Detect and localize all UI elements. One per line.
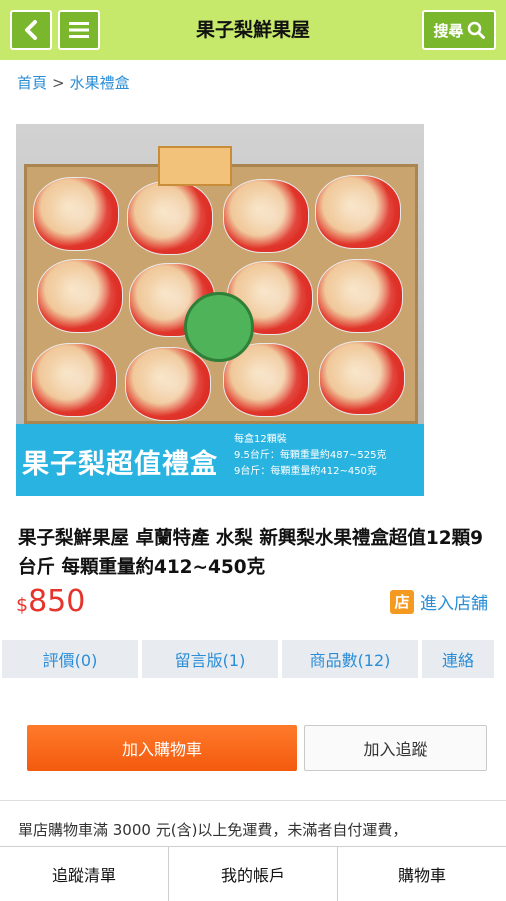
app-header: 果子梨鮮果屋 搜尋 [0,0,506,60]
pear [127,181,213,255]
search-icon [467,21,485,39]
pear [33,177,119,251]
enter-store-label: 進入店舖 [420,594,488,614]
tab-contact[interactable]: 連絡 [422,640,494,678]
breadcrumb: 首頁 > 水果禮盒 [17,72,130,93]
nav-tracking-list[interactable]: 追蹤清單 [0,847,168,901]
price-value: 850 [28,584,86,619]
store-icon: 店 [390,589,414,614]
banner-line: 每盒12顆裝 [234,434,287,445]
tab-product-count[interactable]: 商品數(12) [282,640,418,678]
gift-box-photo [16,124,424,424]
divider [0,800,506,801]
pear [319,341,405,415]
breadcrumb-separator: > [52,74,65,92]
page-title: 果子梨鮮果屋 [195,19,310,41]
pear [315,175,401,249]
add-to-cart-button[interactable]: 加入購物車 [27,725,297,771]
banner-info: 每盒12顆裝 9.5台斤：每顆重量約487~525克 9台斤：每顆重量約412~… [234,432,386,480]
add-to-tracking-button[interactable]: 加入追蹤 [304,725,487,771]
nav-cart[interactable]: 購物車 [338,847,506,901]
product-tabs: 評價(0) 留言版(1) 商品數(12) 連絡 [0,640,506,678]
tab-message-board[interactable]: 留言版(1) [142,640,278,678]
pear [31,343,117,417]
menu-button[interactable] [58,10,100,50]
enter-store-link[interactable]: 店 進入店舖 [390,589,488,614]
green-seal-sticker [184,292,254,362]
banner-title: 果子梨超值禮盒 [22,449,218,480]
back-button[interactable] [10,10,52,50]
bottom-nav: 追蹤清單 我的帳戶 購物車 [0,846,506,901]
banner-line: 9.5台斤：每顆重量約487~525克 [234,450,387,461]
tab-reviews[interactable]: 評價(0) [2,640,138,678]
nav-my-account[interactable]: 我的帳戶 [169,847,337,901]
search-button[interactable]: 搜尋 [422,10,496,50]
pear [37,259,123,333]
product-title: 果子梨鮮果屋 卓蘭特產 水梨 新興梨水果禮盒超值12顆9台斤 每顆重量約412~… [18,528,483,578]
breadcrumb-home-link[interactable]: 首頁 [17,74,47,92]
breadcrumb-category-link[interactable]: 水果禮盒 [70,74,130,92]
shipping-notice: 單店購物車滿 3000 元(含)以上免運費，未滿者自付運費， [18,821,408,839]
brand-logo-sticker [158,146,232,186]
pear [317,259,403,333]
price-currency: $ [16,594,29,616]
hamburger-menu-icon [69,22,89,38]
pear [223,179,309,253]
chevron-left-icon [25,20,37,40]
product-price: $850 [16,584,85,619]
pear [125,347,211,421]
banner-line: 9台斤：每顆重量約412~450克 [234,466,377,477]
product-banner: 果子梨超值禮盒 每盒12顆裝 9.5台斤：每顆重量約487~525克 9台斤：每… [16,424,424,496]
search-label: 搜尋 [433,21,464,40]
product-image[interactable]: 果子梨超值禮盒 每盒12顆裝 9.5台斤：每顆重量約487~525克 9台斤：每… [16,124,424,496]
